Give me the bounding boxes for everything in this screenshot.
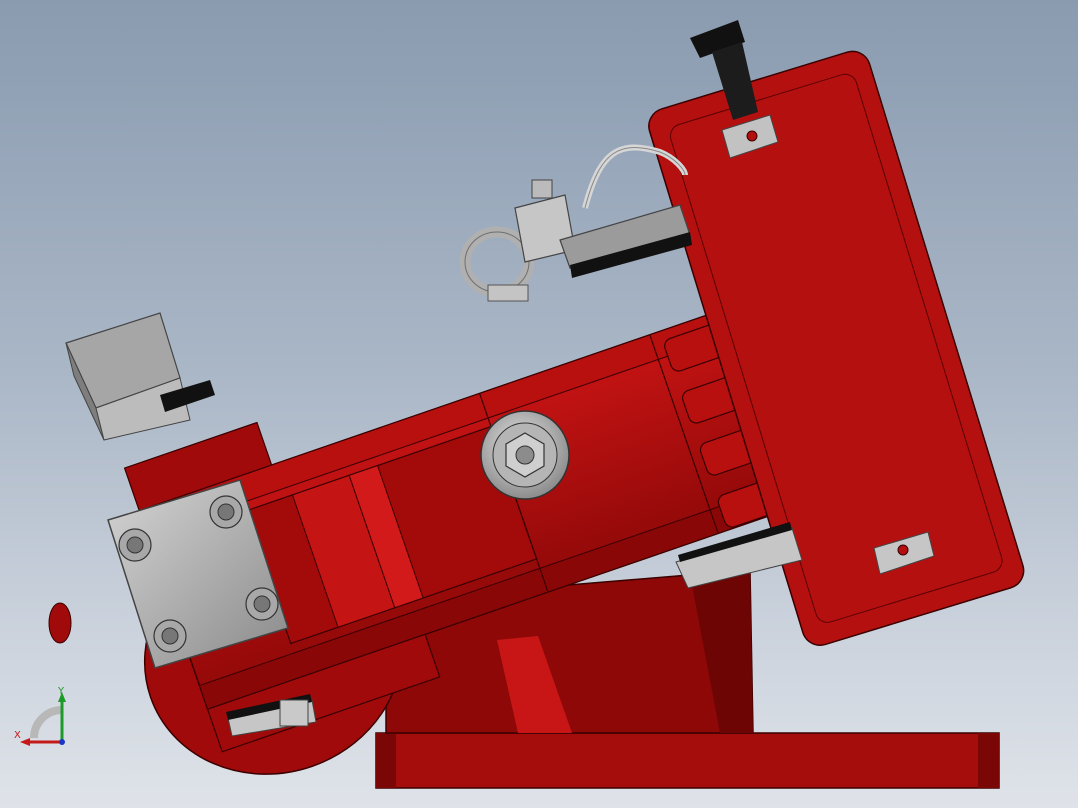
z-axis bbox=[59, 739, 65, 745]
solenoid-connector bbox=[65, 312, 215, 441]
y-axis-label: Y bbox=[57, 686, 65, 697]
socket-bolt-2 bbox=[209, 495, 243, 529]
cad-viewport[interactable] bbox=[0, 0, 1078, 808]
socket-bolt-1 bbox=[118, 528, 152, 562]
x-axis-label: X bbox=[14, 730, 21, 741]
base-plate bbox=[375, 732, 1000, 789]
axis-triad: Y X bbox=[14, 686, 66, 746]
pin-knob bbox=[48, 602, 72, 644]
socket-bolt-3 bbox=[245, 587, 279, 621]
center-hex-nut bbox=[480, 410, 570, 500]
socket-bolt-4 bbox=[153, 619, 187, 653]
eye-bolt bbox=[459, 226, 535, 302]
